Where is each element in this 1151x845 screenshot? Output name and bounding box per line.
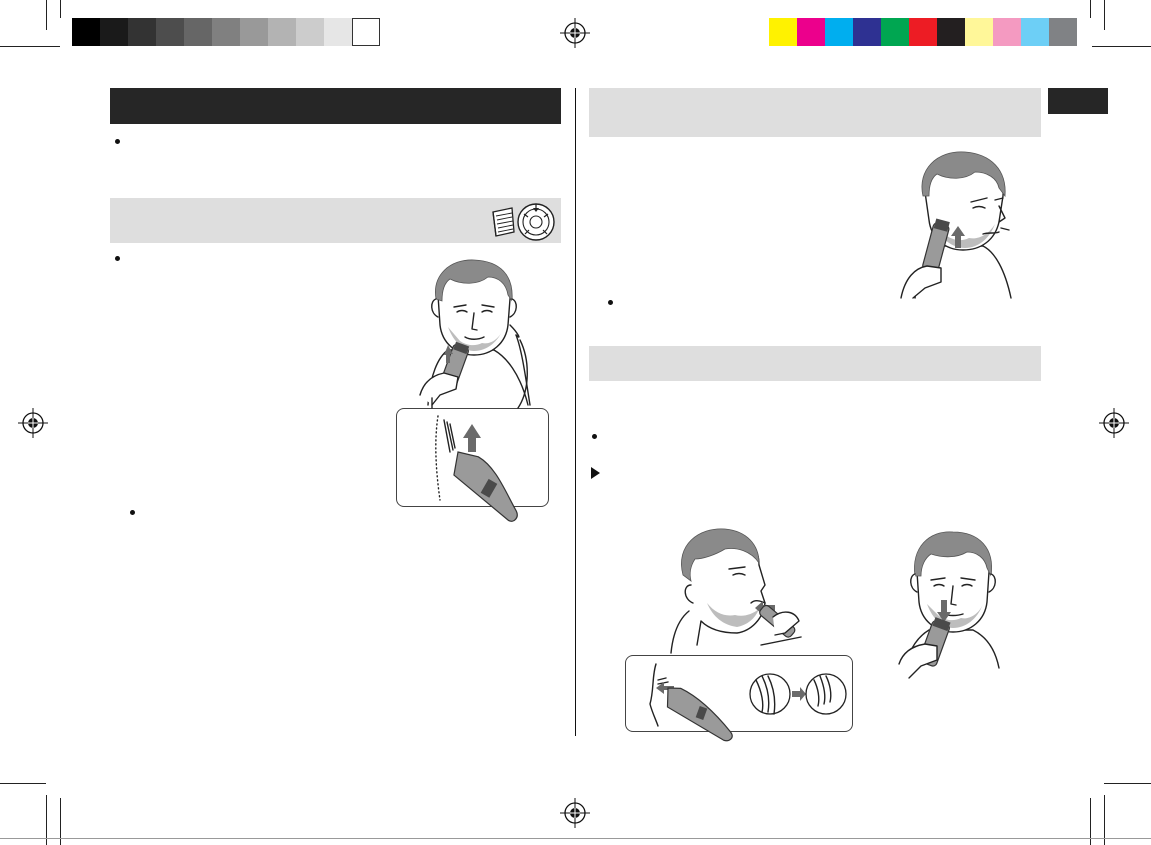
section-header-bar bbox=[589, 88, 1041, 137]
gray-swatch bbox=[128, 18, 156, 46]
inset-callout-lines bbox=[431, 339, 528, 409]
gray-swatch bbox=[100, 18, 128, 46]
gray-swatch bbox=[184, 18, 212, 46]
color-swatch bbox=[769, 18, 797, 46]
man-trimming-chin bbox=[898, 531, 1000, 679]
length-dial-icon bbox=[517, 203, 555, 241]
column-divider bbox=[575, 88, 576, 736]
bullet-dot bbox=[608, 300, 613, 305]
gray-swatch bbox=[72, 18, 100, 46]
color-swatch bbox=[1021, 18, 1049, 46]
bullet-dot bbox=[115, 139, 120, 144]
bullet-dot bbox=[130, 510, 135, 515]
gray-swatch bbox=[324, 18, 352, 46]
registration-target-icon bbox=[560, 18, 590, 48]
man-trimming-mustache bbox=[670, 528, 802, 654]
color-swatch bbox=[797, 18, 825, 46]
color-swatch bbox=[881, 18, 909, 46]
color-swatch bbox=[1049, 18, 1077, 46]
man-trimming-cheek bbox=[900, 151, 1012, 299]
registration-target-icon bbox=[18, 408, 48, 438]
color-swatch bbox=[993, 18, 1021, 46]
gray-swatch bbox=[268, 18, 296, 46]
section-header-bar bbox=[110, 88, 561, 124]
trimmer-closeup bbox=[435, 415, 518, 522]
registration-target-icon bbox=[560, 798, 590, 828]
bullet-dot bbox=[115, 256, 120, 261]
triangle-bullet-icon bbox=[591, 467, 600, 479]
gray-swatch bbox=[352, 18, 380, 46]
mustache-closeup bbox=[649, 663, 847, 742]
gray-swatch bbox=[156, 18, 184, 46]
color-swatch bbox=[937, 18, 965, 46]
bullet-dot bbox=[592, 434, 597, 439]
comb-attachment-icon bbox=[492, 207, 515, 237]
registration-target-icon bbox=[1099, 408, 1129, 438]
color-swatch bbox=[965, 18, 993, 46]
color-swatch bbox=[825, 18, 853, 46]
gray-swatch bbox=[212, 18, 240, 46]
color-swatch bbox=[909, 18, 937, 46]
gray-swatch bbox=[296, 18, 324, 46]
subsection-header-bar bbox=[589, 346, 1041, 381]
gray-swatch bbox=[240, 18, 268, 46]
side-tab bbox=[1048, 88, 1108, 114]
color-swatch bbox=[853, 18, 881, 46]
